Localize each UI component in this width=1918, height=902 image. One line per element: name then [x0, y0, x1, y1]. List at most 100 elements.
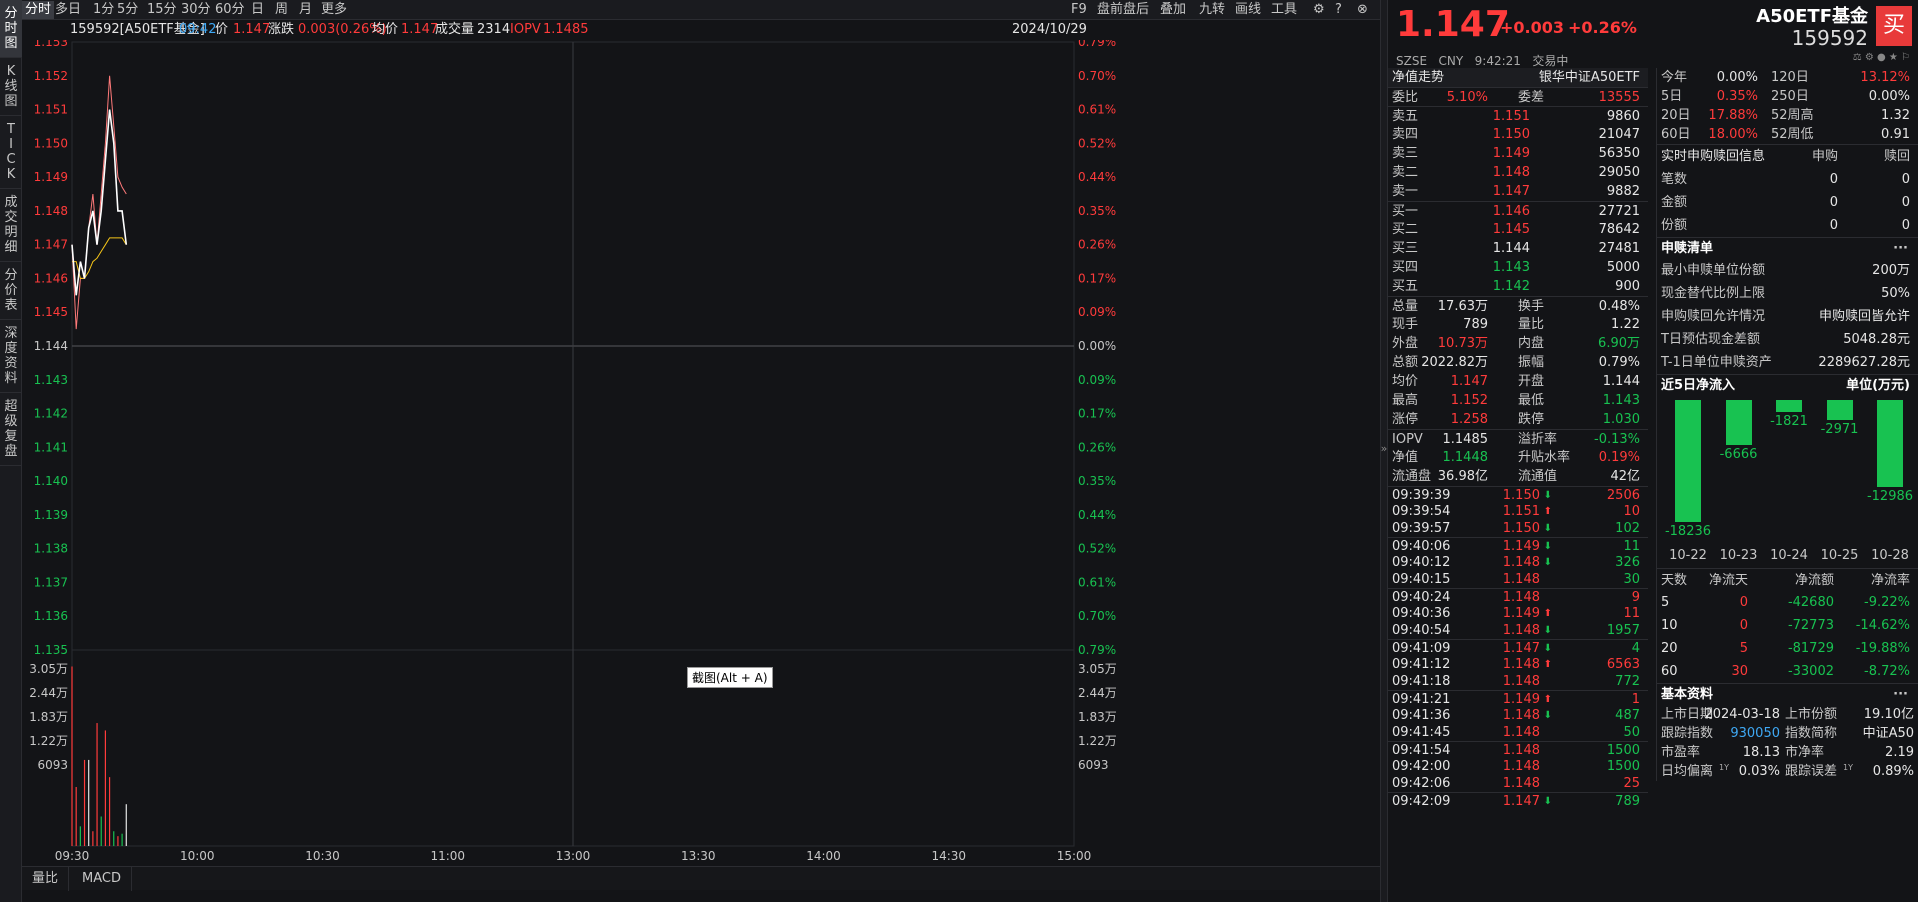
bid-row: 买一 1.146 27721	[1388, 201, 1648, 220]
period-tab-9[interactable]: 月	[296, 1, 315, 19]
period-tab-4[interactable]: 15分	[144, 1, 180, 19]
period-tab-3[interactable]: 5分	[114, 1, 141, 19]
ask-label: 卖二	[1392, 165, 1419, 180]
stat-row: 最高 1.152 最低 1.143	[1388, 391, 1648, 410]
tick-row: 09:39:57 1.150 ⬇ 102	[1388, 520, 1648, 537]
tick-price: 1.149	[1502, 539, 1540, 554]
buy-button[interactable]: 买	[1876, 6, 1912, 46]
basic-info-header[interactable]: 基本资料 ···	[1657, 683, 1918, 705]
tick-time: 09:40:54	[1392, 623, 1451, 638]
arrow-up-icon: ⬆	[1543, 506, 1552, 517]
tick-price: 1.148	[1502, 674, 1540, 689]
basic-info-label-2: 上市份额	[1785, 707, 1838, 722]
info-avg-label: 均价	[372, 22, 399, 37]
price-tick-label: 1.141	[34, 440, 68, 454]
toolbar-item-3[interactable]: 九转	[1196, 1, 1228, 19]
indicator-tab-0[interactable]: 量比	[22, 867, 70, 891]
bid-row: 买四 1.143 5000	[1388, 258, 1648, 277]
period-tab-10[interactable]: 更多	[318, 1, 350, 19]
info-iopv: 1.1485	[543, 22, 589, 37]
tick-time: 09:41:54	[1392, 743, 1451, 758]
tick-row: 09:40:24 1.148 9	[1388, 588, 1648, 605]
period-tab-6[interactable]: 60分	[212, 1, 248, 19]
return-value: 0.00%	[1716, 70, 1758, 85]
stat-row: 流通盘 36.98亿 流通值 42亿	[1388, 467, 1648, 486]
volume-tick-label-right: 3.05万	[1078, 662, 1117, 676]
tick-row: 09:41:12 1.148 ⬆ 6563	[1388, 656, 1648, 673]
stat-value-2: -0.13%	[1594, 432, 1640, 447]
nav-trend-header[interactable]: 净值走势 银华中证A50ETF	[1388, 68, 1648, 87]
tick-time: 09:41:21	[1392, 692, 1451, 707]
tick-price: 1.148	[1502, 759, 1540, 774]
view-tab-1[interactable]: K线图	[0, 58, 22, 116]
pct-tick-label: 0.00%	[1078, 339, 1116, 353]
view-tab-5[interactable]: 深度资料	[0, 320, 22, 393]
stat-label: 外盘	[1392, 336, 1419, 351]
stat-label: IOPV	[1392, 432, 1423, 447]
tick-row: 09:40:12 1.148 ⬇ 326	[1388, 554, 1648, 571]
view-tab-0[interactable]: 分时图	[0, 0, 22, 58]
price-tick-label: 1.149	[34, 170, 68, 184]
stat-value: 1.1448	[1442, 450, 1489, 465]
subscription-list-header[interactable]: 申赎清单 ···	[1657, 237, 1918, 259]
toolbar-item-4[interactable]: 画线	[1232, 1, 1264, 19]
indicator-tab-1[interactable]: MACD	[72, 867, 132, 891]
stat-label: 均价	[1392, 374, 1419, 389]
return-value-2: 1.32	[1881, 108, 1910, 123]
return-value-2: 0.00%	[1868, 89, 1910, 104]
expand-panel-icon[interactable]: »	[1380, 442, 1388, 455]
gear-icon[interactable]: ⚙	[1310, 1, 1328, 19]
view-tab-3[interactable]: 成交明细	[0, 189, 22, 262]
quote-time: 9:42:21	[1474, 54, 1521, 68]
toolbar-item-0[interactable]: F9	[1068, 1, 1090, 19]
ask-price: 1.147	[1492, 184, 1530, 199]
stat-label: 现手	[1392, 317, 1419, 332]
toolbar-item-1[interactable]: 盘前盘后	[1094, 1, 1152, 19]
header-change: +0.003	[1500, 18, 1565, 37]
view-tab-4[interactable]: 分价表	[0, 262, 22, 320]
toolbar-item-5[interactable]: 工具	[1268, 1, 1300, 19]
stat-label-2: 内盘	[1518, 336, 1545, 351]
tick-volume: 1957	[1606, 623, 1640, 638]
inflow-title: 近5日净流入	[1661, 378, 1736, 393]
period-tab-1[interactable]: 多日	[52, 1, 84, 19]
tick-price: 1.148	[1502, 623, 1540, 638]
inflow-bar-chart: -18236 10-22 -6666 10-23 -1821 10-24 -2971 10-2…	[1657, 396, 1918, 568]
stat-label-2: 换手	[1518, 299, 1545, 314]
time-tick-label: 13:00	[556, 849, 591, 862]
basic-info-value: 0.03%	[1738, 764, 1780, 779]
inflow-days: 10	[1661, 618, 1678, 633]
header-small-icons[interactable]: ⚖ ⚙ ● ★ ⚐	[1853, 52, 1910, 63]
intraday-chart[interactable]: 1.153 0.79% 1.152 0.70% 1.151 0.61% 1.150 0.52%…	[22, 40, 1380, 862]
period-tab-8[interactable]: 周	[272, 1, 291, 19]
stat-value: 10.73万	[1437, 336, 1488, 351]
ask-row: 卖二 1.148 29050	[1388, 163, 1648, 182]
ask-price: 1.151	[1492, 109, 1530, 124]
stat-value: 1.258	[1450, 412, 1488, 427]
stat-label: 总量	[1392, 299, 1419, 314]
inflow-bar	[1675, 400, 1701, 522]
pct-tick-label: 0.35%	[1078, 204, 1116, 218]
period-tab-0[interactable]: 分时	[22, 1, 55, 19]
return-label: 20日	[1661, 108, 1691, 123]
help-icon[interactable]: ?	[1332, 1, 1345, 19]
price-tick-label: 1.153	[34, 40, 68, 49]
view-tab-6[interactable]: 超级复盘	[0, 393, 22, 466]
time-tick-label: 10:00	[180, 849, 215, 862]
inflow-table-header: 天数 净流天 净流额 净流率	[1657, 568, 1918, 591]
info-iopv-label: IOPV	[510, 22, 541, 37]
inflow-table-row: 20 5 -81729 -19.88%	[1657, 637, 1918, 660]
tick-time: 09:41:12	[1392, 657, 1451, 672]
pct-tick-label: 0.52%	[1078, 542, 1116, 556]
basic-info-sup-2: 1Y	[1843, 763, 1853, 772]
period-tab-5[interactable]: 30分	[178, 1, 214, 19]
tick-time: 09:42:09	[1392, 794, 1451, 809]
price-tick-label: 1.147	[34, 238, 68, 252]
close-icon[interactable]: ⊗	[1354, 1, 1371, 19]
price-tick-label: 1.135	[34, 643, 68, 657]
view-tab-2[interactable]: TICK	[0, 116, 22, 189]
period-tab-7[interactable]: 日	[248, 1, 267, 19]
stat-value-2: 1.030	[1602, 412, 1640, 427]
inflow-amount: -72773	[1787, 618, 1834, 633]
toolbar-item-2[interactable]: 叠加	[1157, 1, 1189, 19]
